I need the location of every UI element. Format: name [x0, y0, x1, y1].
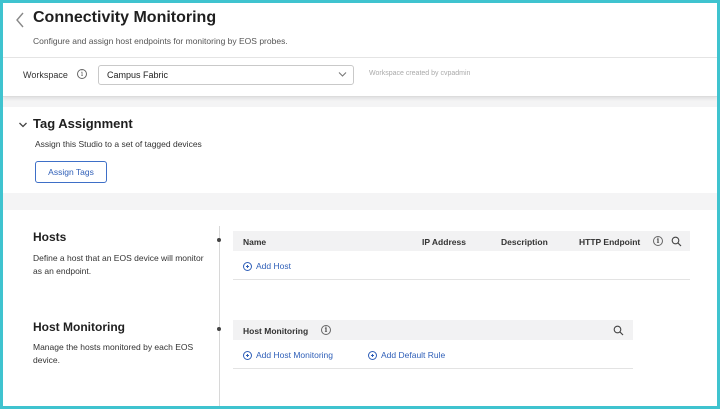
tag-assignment-section: Tag Assignment Assign this Studio to a s…	[3, 107, 717, 193]
column-header-host-monitoring[interactable]: Host Monitoring	[243, 326, 308, 336]
host-monitoring-title: Host Monitoring	[33, 320, 125, 334]
workspace-created-text: Workspace created by cvpadmin	[369, 70, 471, 77]
timeline-dot	[217, 327, 221, 331]
host-monitoring-description: Manage the hosts monitored by each EOS d…	[33, 342, 194, 365]
column-header-description[interactable]: Description	[501, 237, 548, 247]
table-divider	[233, 368, 633, 369]
tag-assignment-title: Tag Assignment	[33, 116, 133, 131]
search-icon[interactable]	[613, 325, 624, 336]
section-divider	[219, 226, 220, 406]
info-icon[interactable]: i	[321, 325, 331, 335]
timeline-dot	[217, 238, 221, 242]
header-divider	[3, 57, 717, 58]
chevron-down-icon	[338, 72, 347, 77]
add-host-monitoring-button[interactable]: Add Host Monitoring	[243, 350, 333, 360]
chevron-down-icon[interactable]	[18, 121, 28, 129]
plus-circle-icon	[368, 350, 377, 360]
info-icon[interactable]: i	[653, 236, 663, 246]
add-host-label: Add Host	[256, 261, 291, 271]
back-chevron-icon[interactable]	[13, 10, 27, 30]
hosts-table-header: Name IP Address Description HTTP Endpoin…	[233, 231, 690, 251]
page-header: Connectivity Monitoring Configure and as…	[3, 3, 717, 97]
column-header-name[interactable]: Name	[243, 237, 266, 247]
column-header-http-endpoint[interactable]: HTTP Endpoint	[579, 237, 640, 247]
add-host-button[interactable]: Add Host	[243, 261, 291, 271]
page-subtitle: Configure and assign host endpoints for …	[33, 36, 288, 46]
add-default-rule-label: Add Default Rule	[381, 350, 446, 360]
info-icon[interactable]: i	[77, 69, 87, 79]
table-divider	[233, 279, 690, 280]
tag-assignment-description: Assign this Studio to a set of tagged de…	[35, 139, 202, 149]
add-default-rule-button[interactable]: Add Default Rule	[368, 350, 445, 360]
workspace-select-value: Campus Fabric	[107, 70, 169, 80]
host-monitoring-table-header: Host Monitoring i	[233, 320, 633, 340]
hosts-description: Define a host that an EOS device will mo…	[33, 253, 204, 276]
main-content: Hosts Define a host that an EOS device w…	[3, 210, 717, 406]
search-icon[interactable]	[671, 236, 682, 247]
assign-tags-button[interactable]: Assign Tags	[35, 161, 107, 183]
column-header-ip-address[interactable]: IP Address	[422, 237, 466, 247]
add-host-monitoring-label: Add Host Monitoring	[256, 350, 334, 360]
workspace-label: Workspace	[23, 70, 68, 80]
workspace-select[interactable]: Campus Fabric	[98, 65, 354, 85]
page-title: Connectivity Monitoring	[33, 9, 217, 26]
hosts-title: Hosts	[33, 230, 67, 244]
plus-circle-icon	[243, 350, 252, 360]
app-frame: Connectivity Monitoring Configure and as…	[3, 3, 717, 406]
plus-circle-icon	[243, 261, 252, 271]
